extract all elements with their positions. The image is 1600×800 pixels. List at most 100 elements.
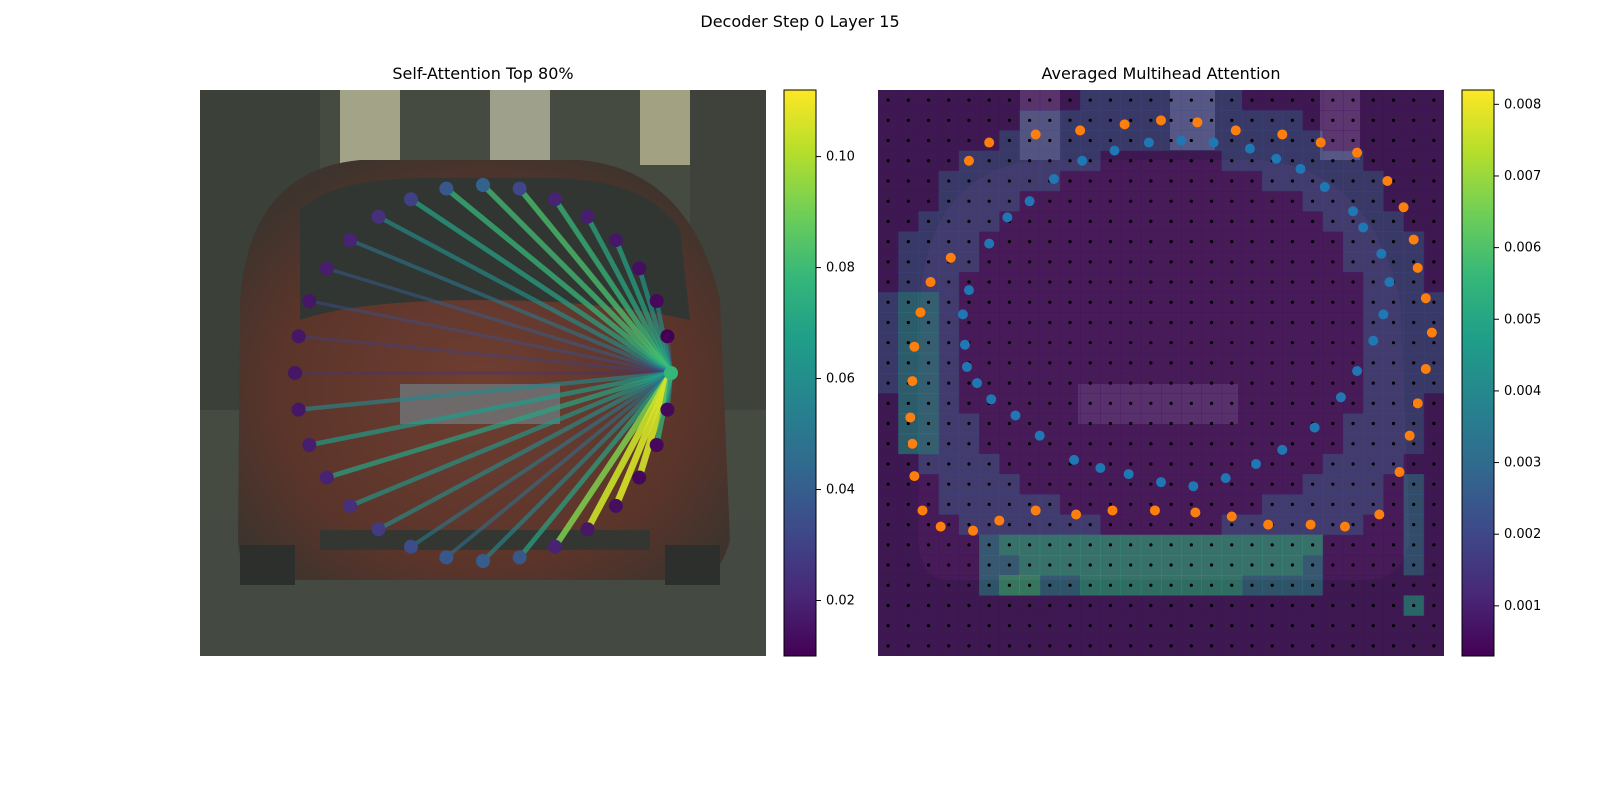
grid-dot — [1270, 502, 1274, 506]
outer-contour-point — [1030, 505, 1041, 516]
inner-contour-point — [1024, 196, 1035, 207]
grid-dot — [1028, 603, 1032, 608]
grid-dot — [1351, 442, 1355, 446]
grid-dot — [1230, 219, 1234, 223]
grid-dot — [1088, 462, 1092, 466]
grid-dot — [1007, 98, 1011, 102]
grid-dot — [1351, 543, 1355, 547]
attention-node — [291, 402, 306, 417]
grid-dot — [987, 644, 991, 648]
grid-dot — [1351, 219, 1355, 223]
grid-dot — [1331, 138, 1335, 143]
grid-dot — [906, 401, 910, 405]
grid-dot — [1209, 98, 1214, 102]
grid-dot — [1108, 644, 1113, 648]
grid-dot — [1129, 502, 1133, 506]
grid-dot — [1290, 442, 1294, 446]
grid-dot — [906, 280, 910, 284]
grid-dot — [1290, 361, 1294, 365]
grid-dot — [906, 199, 910, 203]
outer-contour-point — [909, 341, 920, 352]
grid-dot — [1129, 442, 1133, 446]
inner-contour-point — [1156, 477, 1166, 488]
grid-dot — [906, 260, 910, 264]
grid-dot — [1149, 442, 1153, 446]
grid-dot — [1189, 442, 1193, 446]
grid-dot — [1391, 583, 1396, 587]
grid-dot — [1209, 341, 1214, 345]
grid-dot — [1189, 300, 1193, 304]
grid-dot — [1088, 482, 1092, 486]
grid-dot — [947, 502, 951, 506]
grid-dot — [1068, 341, 1072, 345]
grid-dot — [1169, 563, 1173, 567]
inner-contour-point — [1352, 365, 1363, 376]
inner-contour-point — [972, 378, 983, 389]
grid-dot — [1432, 563, 1436, 567]
grid-dot — [967, 442, 971, 446]
inner-contour-point — [1319, 182, 1330, 193]
grid-dot — [1048, 644, 1052, 648]
attention-node — [580, 209, 595, 224]
grid-dot — [1189, 199, 1193, 203]
grid-dot — [1230, 401, 1234, 405]
outer-contour-point — [1352, 147, 1363, 158]
grid-dot — [1250, 543, 1254, 547]
grid-dot — [1028, 482, 1032, 486]
grid-dot — [987, 118, 991, 122]
grid-dot — [1371, 563, 1375, 567]
grid-dot — [1311, 138, 1315, 143]
grid-dot — [1129, 138, 1133, 143]
grid-dot — [1270, 219, 1274, 223]
grid-dot — [1169, 401, 1173, 405]
outer-contour-point — [1412, 398, 1423, 409]
grid-dot — [1007, 543, 1011, 547]
grid-dot — [926, 523, 931, 527]
grid-dot — [1412, 482, 1416, 486]
grid-dot — [1371, 442, 1375, 446]
grid-dot — [1412, 159, 1416, 163]
grid-dot — [1209, 624, 1214, 628]
grid-dot — [1230, 361, 1234, 365]
grid-dot — [1068, 583, 1072, 587]
grid-dot — [967, 401, 971, 405]
grid-dot — [1169, 300, 1173, 304]
grid-dot — [1209, 523, 1214, 527]
attention-node — [660, 402, 675, 417]
grid-dot — [1331, 341, 1335, 345]
grid-dot — [1209, 502, 1214, 506]
grid-dot — [1391, 381, 1396, 385]
grid-dot — [886, 300, 890, 304]
grid-dot — [1331, 240, 1335, 244]
outer-contour-point — [917, 505, 928, 516]
grid-dot — [967, 199, 971, 203]
outer-contour-point — [1149, 505, 1160, 516]
grid-dot — [1149, 624, 1153, 628]
grid-dot — [1189, 320, 1193, 325]
grid-dot — [1209, 179, 1214, 183]
inner-contour-point — [1123, 469, 1134, 480]
figure-canvas: 0.020.040.060.080.10 0.0010.0020.0030.00… — [200, 89, 1541, 657]
grid-dot — [1007, 159, 1011, 163]
grid-dot — [1129, 240, 1133, 244]
grid-dot — [1129, 219, 1133, 223]
grid-dot — [1068, 381, 1072, 385]
grid-dot — [1007, 260, 1011, 264]
grid-dot — [1351, 462, 1355, 466]
grid-dot — [1007, 563, 1011, 567]
colorbar-tick-label: 0.08 — [826, 261, 855, 276]
grid-dot — [1108, 401, 1113, 405]
grid-dot — [967, 624, 971, 628]
grid-dot — [947, 523, 951, 527]
grid-dot — [1209, 401, 1214, 405]
grid-dot — [1250, 421, 1254, 426]
grid-dot — [1391, 401, 1396, 405]
attention-node — [512, 181, 527, 196]
grid-dot — [1028, 543, 1032, 547]
grid-dot — [1108, 421, 1113, 426]
outer-contour-point — [1305, 519, 1316, 530]
grid-dot — [1129, 179, 1133, 183]
grid-dot — [1028, 341, 1032, 345]
grid-dot — [1028, 320, 1032, 325]
grid-dot — [1412, 502, 1416, 506]
